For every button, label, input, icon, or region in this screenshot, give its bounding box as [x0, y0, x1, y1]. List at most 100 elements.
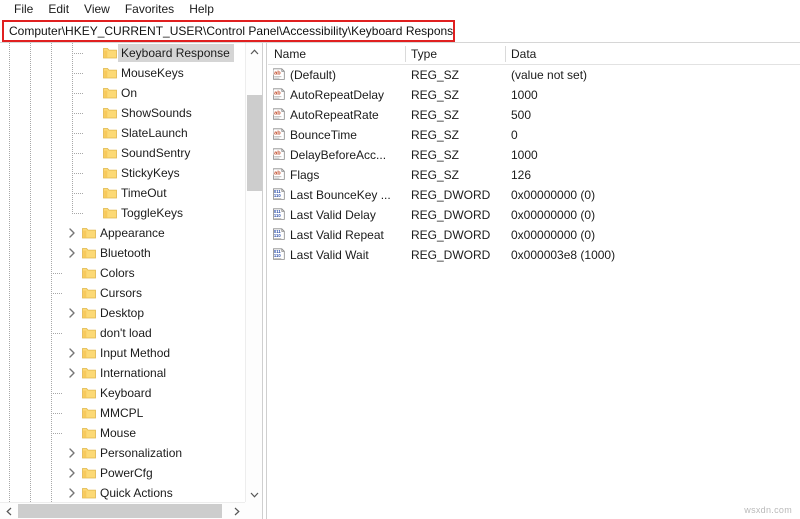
- tree-node-spacer: [64, 383, 80, 403]
- tree-item-on[interactable]: On: [0, 83, 245, 103]
- tree-item-input-method[interactable]: Input Method: [0, 343, 245, 363]
- tree-item-label: Keyboard Response: [118, 44, 234, 62]
- value-data: 1000: [511, 148, 538, 162]
- svg-text:110: 110: [274, 253, 281, 258]
- tree-item-slatelaunch[interactable]: SlateLaunch: [0, 123, 245, 143]
- chevron-right-icon[interactable]: [64, 243, 80, 263]
- tree-item-powercfg[interactable]: PowerCfg: [0, 463, 245, 483]
- value-type: REG_SZ: [411, 68, 460, 82]
- value-name: Flags: [290, 168, 320, 182]
- tree-item-bluetooth[interactable]: Bluetooth: [0, 243, 245, 263]
- column-divider-0[interactable]: [405, 46, 406, 62]
- tree-item-showsounds[interactable]: ShowSounds: [0, 103, 245, 123]
- value-row[interactable]: ab Flags REG_SZ 126: [268, 165, 800, 185]
- folder-icon: [101, 203, 118, 223]
- chevron-right-icon[interactable]: [64, 483, 80, 503]
- folder-icon: [80, 323, 97, 343]
- value-row[interactable]: ab BounceTime REG_SZ 0: [268, 125, 800, 145]
- folder-icon: [80, 423, 97, 443]
- value-row[interactable]: ab AutoRepeatDelay REG_SZ 1000: [268, 85, 800, 105]
- tree-item-don-t-load[interactable]: don't load: [0, 323, 245, 343]
- scroll-up-arrow-icon[interactable]: [246, 43, 262, 60]
- tree-item-label: MouseKeys: [121, 66, 184, 80]
- registry-tree-list[interactable]: Keyboard Response MouseKeys On ShowSounds Sl…: [0, 43, 245, 503]
- scroll-down-arrow-icon[interactable]: [246, 486, 262, 503]
- tree-item-desktop[interactable]: Desktop: [0, 303, 245, 323]
- value-row[interactable]: 011 110 Last BounceKey ... REG_DWORD 0x00000…: [268, 185, 800, 205]
- svg-text:ab: ab: [274, 70, 281, 76]
- value-row[interactable]: ab DelayBeforeAcc... REG_SZ 1000: [268, 145, 800, 165]
- svg-text:ab: ab: [274, 170, 281, 176]
- folder-icon: [80, 283, 97, 303]
- tree-item-mmcpl[interactable]: MMCPL: [0, 403, 245, 423]
- tree-vertical-scrollbar[interactable]: [245, 43, 262, 503]
- value-type: REG_DWORD: [411, 248, 491, 262]
- tree-item-stickykeys[interactable]: StickyKeys: [0, 163, 245, 183]
- svg-text:110: 110: [274, 193, 281, 198]
- tree-item-appearance[interactable]: Appearance: [0, 223, 245, 243]
- tree-item-colors[interactable]: Colors: [0, 263, 245, 283]
- tree-item-togglekeys[interactable]: ToggleKeys: [0, 203, 245, 223]
- column-header-data[interactable]: Data: [505, 43, 536, 65]
- chevron-right-icon[interactable]: [64, 343, 80, 363]
- value-row[interactable]: 011 110 Last Valid Delay REG_DWORD 0x0000000…: [268, 205, 800, 225]
- folder-icon: [80, 243, 97, 263]
- chevron-right-icon[interactable]: [64, 363, 80, 383]
- scrollbar-corner: [245, 502, 262, 519]
- menu-favorites[interactable]: Favorites: [118, 1, 182, 18]
- dword-value-icon: 011 110: [272, 228, 286, 242]
- chevron-right-icon[interactable]: [64, 443, 80, 463]
- value-row[interactable]: 011 110 Last Valid Wait REG_DWORD 0x000003e8…: [268, 245, 800, 265]
- column-header-type[interactable]: Type: [405, 43, 437, 65]
- value-type: REG_SZ: [411, 128, 460, 142]
- chevron-right-icon[interactable]: [64, 223, 80, 243]
- svg-text:ab: ab: [274, 110, 281, 116]
- dword-value-icon: 011 110: [272, 208, 286, 222]
- string-value-icon: ab: [272, 88, 286, 102]
- tree-item-label: Input Method: [100, 346, 171, 360]
- value-row[interactable]: 011 110 Last Valid Repeat REG_DWORD 0x000000…: [268, 225, 800, 245]
- value-data: 0x00000000 (0): [511, 228, 596, 242]
- scroll-right-arrow-icon[interactable]: [228, 503, 245, 519]
- menu-edit[interactable]: Edit: [41, 1, 77, 18]
- column-divider-1[interactable]: [505, 46, 506, 62]
- tree-item-quick-actions[interactable]: Quick Actions: [0, 483, 245, 503]
- tree-item-label: Colors: [100, 266, 135, 280]
- value-row[interactable]: ab (Default) REG_SZ (value not set): [268, 65, 800, 85]
- tree-item-international[interactable]: International: [0, 363, 245, 383]
- tree-item-soundsentry[interactable]: SoundSentry: [0, 143, 245, 163]
- pane-splitter[interactable]: [262, 43, 267, 519]
- tree-item-personalization[interactable]: Personalization: [0, 443, 245, 463]
- tree-node-spacer: [64, 403, 80, 423]
- tree-item-mousekeys[interactable]: MouseKeys: [0, 63, 245, 83]
- values-list[interactable]: ab (Default) REG_SZ (value not set) ab AutoRe…: [268, 65, 800, 265]
- menu-view[interactable]: View: [77, 1, 118, 18]
- svg-text:ab: ab: [274, 130, 281, 136]
- column-header-name[interactable]: Name: [268, 43, 306, 65]
- folder-icon: [101, 143, 118, 163]
- tree-item-keyboard-response[interactable]: Keyboard Response: [0, 43, 245, 63]
- tree-item-timeout[interactable]: TimeOut: [0, 183, 245, 203]
- chevron-right-icon[interactable]: [64, 303, 80, 323]
- tree-hscrollbar-thumb[interactable]: [18, 504, 222, 518]
- value-name: DelayBeforeAcc...: [290, 148, 387, 162]
- registry-tree-pane: Keyboard Response MouseKeys On ShowSounds Sl…: [0, 43, 262, 519]
- value-row[interactable]: ab AutoRepeatRate REG_SZ 500: [268, 105, 800, 125]
- folder-icon: [101, 43, 118, 63]
- menu-file[interactable]: File: [7, 1, 41, 18]
- tree-item-cursors[interactable]: Cursors: [0, 283, 245, 303]
- string-value-icon: ab: [272, 168, 286, 182]
- tree-item-keyboard[interactable]: Keyboard: [0, 383, 245, 403]
- tree-scrollbar-thumb[interactable]: [247, 95, 262, 191]
- menu-help[interactable]: Help: [182, 1, 222, 18]
- value-data: (value not set): [511, 68, 588, 82]
- tree-horizontal-scrollbar[interactable]: [0, 502, 262, 519]
- registry-path-field[interactable]: Computer\HKEY_CURRENT_USER\Control Panel…: [2, 20, 455, 42]
- chevron-right-icon[interactable]: [64, 463, 80, 483]
- tree-item-label: SoundSentry: [121, 146, 191, 160]
- tree-item-label: Keyboard: [100, 386, 152, 400]
- scroll-left-arrow-icon[interactable]: [0, 503, 17, 519]
- tree-item-mouse[interactable]: Mouse: [0, 423, 245, 443]
- tree-node-spacer: [85, 43, 101, 63]
- tree-item-label: International: [100, 366, 167, 380]
